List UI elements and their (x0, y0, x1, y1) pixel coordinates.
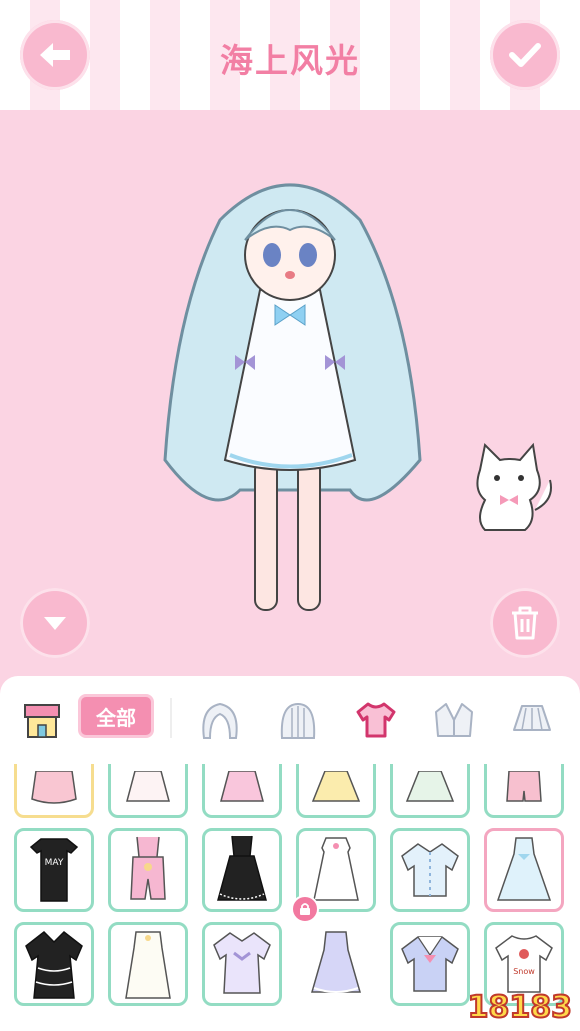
black-tshirt-icon: MAY (29, 838, 79, 902)
item-green-dress[interactable] (390, 764, 470, 818)
item-pink-ruffle-top[interactable] (14, 764, 94, 818)
confirm-button[interactable] (490, 20, 560, 90)
pink-dress-icon (220, 771, 264, 802)
item-yellow-dress[interactable] (296, 764, 376, 818)
black-lace-dress-icon (25, 931, 83, 999)
shop-icon (24, 704, 60, 738)
sailor-top-icon (401, 936, 459, 992)
item-sailor-top[interactable] (390, 922, 470, 1006)
skirt-icon (513, 705, 551, 731)
all-category-button[interactable]: 全部 (78, 694, 154, 738)
delete-button[interactable] (490, 588, 560, 658)
item-black-lace-dress[interactable] (14, 922, 94, 1006)
lavender-dress-icon (311, 931, 361, 993)
pet-cat (476, 442, 552, 531)
black-pinafore-icon (217, 835, 267, 901)
watermark-logo: 18183 (467, 989, 573, 1026)
white-nightgown-icon (313, 837, 359, 901)
jacket-icon (435, 703, 473, 737)
tab-jacket[interactable] (428, 694, 480, 746)
item-black-pinafore[interactable] (202, 828, 282, 912)
character-stage: 海上风光 (0, 0, 580, 680)
item-blue-blouse[interactable] (390, 828, 470, 912)
check-icon (509, 43, 541, 67)
lock-icon (300, 903, 310, 915)
lock-badge (291, 895, 319, 923)
character-avatar (163, 183, 422, 611)
item-lavender-shirt[interactable] (202, 922, 282, 1006)
pink-overalls-icon (130, 836, 166, 900)
yellow-dress-icon (311, 771, 361, 802)
toolbar-divider (170, 698, 172, 738)
pink-romper-icon (506, 771, 542, 802)
wardrobe-panel: 全部 MAY Snow (0, 676, 580, 1031)
tab-hair-front[interactable] (194, 694, 246, 746)
item-pink-overalls[interactable] (108, 828, 188, 912)
chevron-down-icon (44, 617, 66, 630)
top-icon (356, 702, 396, 738)
shop-button[interactable] (16, 694, 68, 746)
item-pink-romper[interactable] (484, 764, 564, 818)
item-white-dress[interactable] (108, 764, 188, 818)
tab-top[interactable] (350, 694, 402, 746)
hair-front-icon (202, 702, 238, 739)
item-black-tshirt-may[interactable]: MAY (14, 828, 94, 912)
trash-icon (512, 606, 538, 640)
tshirt-snow-text: Snow (513, 967, 535, 976)
hair-back-icon (280, 702, 316, 739)
category-toolbar: 全部 (0, 676, 580, 764)
collapse-button[interactable] (20, 588, 90, 658)
tshirt-print-text: MAY (45, 858, 64, 868)
item-lavender-dress-locked[interactable] (296, 922, 376, 1006)
pink-top-icon (31, 771, 77, 804)
item-pink-dress[interactable] (202, 764, 282, 818)
item-white-slip-dress[interactable] (108, 922, 188, 1006)
tab-skirt[interactable] (506, 694, 558, 746)
green-dress-icon (405, 771, 455, 802)
lavender-shirt-icon (213, 932, 271, 994)
white-tshirt-icon: Snow (495, 935, 553, 993)
tab-hair-back[interactable] (272, 694, 324, 746)
white-slip-dress-icon (125, 931, 171, 999)
blue-babydoll-icon (496, 837, 552, 901)
white-dress-icon (126, 771, 170, 802)
blue-blouse-icon (401, 843, 459, 897)
item-blue-babydoll[interactable] (484, 828, 564, 912)
